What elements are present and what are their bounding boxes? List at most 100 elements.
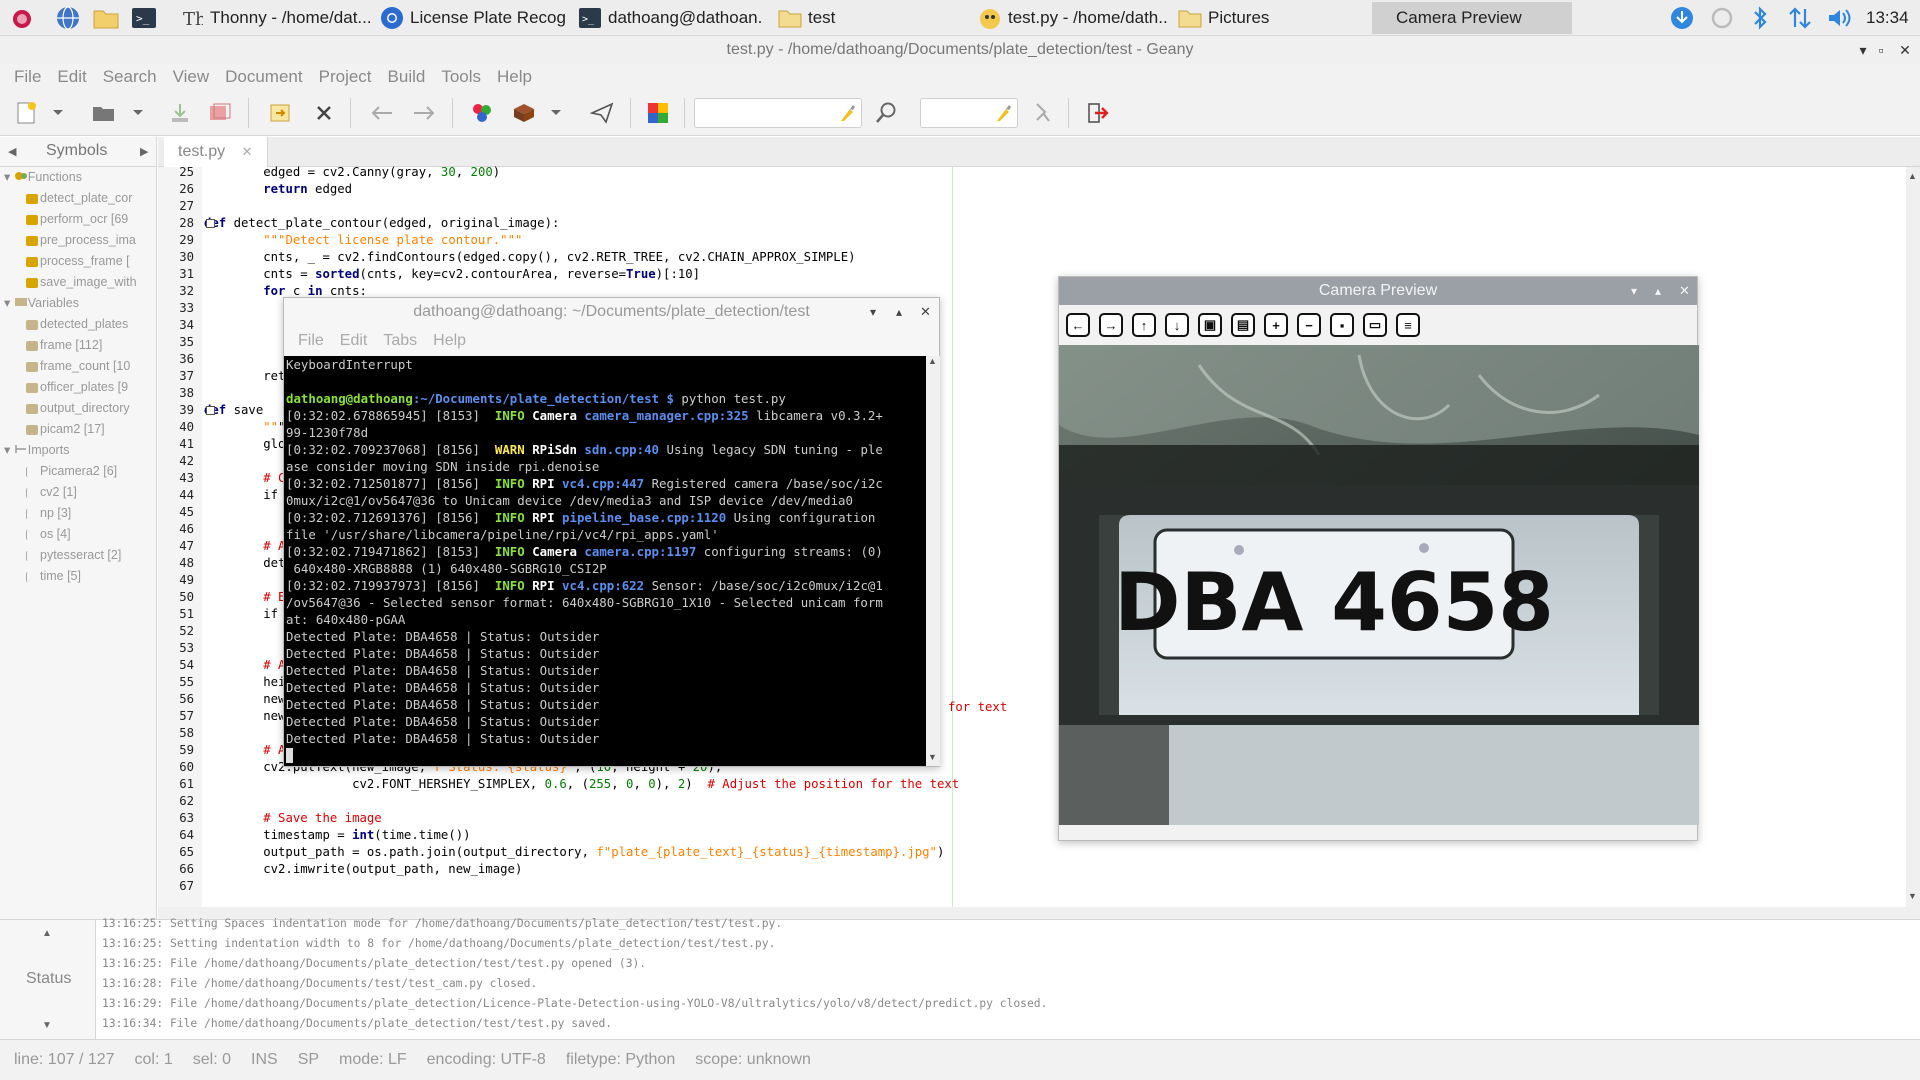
- chevron-down-icon[interactable]: [50, 99, 66, 127]
- folder-icon[interactable]: [92, 4, 120, 32]
- menu-tools[interactable]: Tools: [441, 64, 481, 90]
- build-icon[interactable]: [510, 99, 538, 127]
- image-icon[interactable]: ▤: [1231, 313, 1255, 337]
- fold-marker-icon[interactable]: [206, 406, 215, 415]
- terminal-scrollbar[interactable]: ▲ ▼: [926, 356, 940, 766]
- menu-document[interactable]: Document: [225, 64, 302, 90]
- task-geany[interactable]: test.py - /home/dath...: [974, 2, 1168, 34]
- close-icon[interactable]: ✕: [1679, 277, 1690, 305]
- new-file-icon[interactable]: [12, 99, 40, 127]
- tree-group-variables[interactable]: ▾ Variables: [0, 293, 156, 314]
- task-chromium[interactable]: License Plate Recog...: [376, 2, 566, 34]
- chevron-down-icon[interactable]: [130, 99, 146, 127]
- fold-marker-icon[interactable]: [206, 219, 215, 228]
- camera-preview-window[interactable]: Camera Preview ▾ ▴ ✕ ← → ↑ ↓ ▣ ▤ + − ▪ ▭…: [1058, 276, 1699, 841]
- close-icon[interactable]: ✕: [1894, 36, 1916, 64]
- save-all-icon[interactable]: [206, 99, 234, 127]
- tab-status[interactable]: Status: [26, 970, 71, 988]
- close-icon[interactable]: ✕: [920, 298, 931, 326]
- volume-icon[interactable]: [1826, 4, 1854, 32]
- terminal-titlebar[interactable]: dathoang@dathoang: ~/Documents/plate_det…: [284, 298, 939, 326]
- terminal-window[interactable]: dathoang@dathoang: ~/Documents/plate_det…: [283, 297, 940, 767]
- menu-file[interactable]: File: [14, 64, 41, 90]
- terminal-output[interactable]: KeyboardInterrupt dathoang@dathoang:~/Do…: [284, 356, 926, 766]
- tree-group-imports[interactable]: ▾ Imports: [0, 440, 156, 461]
- zoom-out-icon[interactable]: −: [1297, 313, 1321, 337]
- raspberry-menu-icon[interactable]: [8, 4, 36, 32]
- bluetooth-icon[interactable]: [1746, 4, 1774, 32]
- terminal-menu-edit[interactable]: Edit: [340, 326, 368, 356]
- tree-item[interactable]: save_image_with: [0, 272, 156, 293]
- color-chooser-icon[interactable]: [644, 99, 672, 127]
- goto-line-icon[interactable]: [1028, 99, 1056, 127]
- tree-item[interactable]: detect_plate_cor: [0, 188, 156, 209]
- compile-icon[interactable]: [468, 99, 496, 127]
- arrow-up-icon[interactable]: ↑: [1132, 313, 1156, 337]
- menu-help[interactable]: Help: [497, 64, 532, 90]
- tree-item[interactable]: process_frame [: [0, 251, 156, 272]
- download-icon[interactable]: [1668, 4, 1696, 32]
- chevron-down-icon[interactable]: [548, 99, 564, 127]
- tree-item[interactable]: np [3]: [0, 503, 156, 524]
- minimize-icon[interactable]: ▾: [870, 298, 876, 326]
- menu-project[interactable]: Project: [319, 64, 372, 90]
- chevron-left-icon[interactable]: ◀: [8, 145, 16, 158]
- tree-item[interactable]: pre_process_ima: [0, 230, 156, 251]
- search-input[interactable]: [694, 98, 862, 128]
- camera-titlebar[interactable]: Camera Preview ▾ ▴ ✕: [1059, 277, 1697, 305]
- maximize-icon[interactable]: ▴: [896, 298, 902, 326]
- sync-icon[interactable]: [1708, 4, 1736, 32]
- network-icon[interactable]: [1786, 4, 1814, 32]
- scroll-up-icon[interactable]: ▲: [1908, 171, 1917, 181]
- menu-edit[interactable]: Edit: [57, 64, 86, 90]
- terminal-menu-file[interactable]: File: [298, 326, 324, 356]
- tree-item[interactable]: officer_plates [9: [0, 377, 156, 398]
- tree-item[interactable]: time [5]: [0, 566, 156, 587]
- tree-item[interactable]: picam2 [17]: [0, 419, 156, 440]
- reload-icon[interactable]: [266, 99, 294, 127]
- tree-item[interactable]: perform_ocr [69: [0, 209, 156, 230]
- maximize-icon[interactable]: ▫: [1870, 36, 1892, 64]
- tree-item[interactable]: detected_plates: [0, 314, 156, 335]
- menu-search[interactable]: Search: [103, 64, 157, 90]
- navigate-forward-icon[interactable]: [410, 99, 438, 127]
- tab-symbols[interactable]: Symbols: [46, 142, 107, 160]
- open-file-icon[interactable]: [90, 99, 118, 127]
- minimize-icon[interactable]: ▾: [1631, 277, 1637, 305]
- tree-item[interactable]: Picamera2 [6]: [0, 461, 156, 482]
- chevron-right-icon[interactable]: ▶: [140, 145, 148, 158]
- task-camera-preview[interactable]: Camera Preview: [1372, 2, 1572, 34]
- chevron-up-icon[interactable]: ▲: [42, 928, 52, 939]
- close-tab-icon[interactable]: ✕: [242, 144, 253, 159]
- arrow-left-icon[interactable]: ←: [1066, 313, 1090, 337]
- clipboard-icon[interactable]: ▭: [1363, 313, 1387, 337]
- clear-icon[interactable]: [837, 103, 855, 126]
- task-file-manager[interactable]: test: [774, 2, 964, 34]
- tree-item[interactable]: output_directory: [0, 398, 156, 419]
- search-icon[interactable]: [872, 99, 900, 127]
- tree-item[interactable]: pytesseract [2]: [0, 545, 156, 566]
- execute-icon[interactable]: [588, 99, 616, 127]
- arrow-right-icon[interactable]: →: [1099, 313, 1123, 337]
- save-icon[interactable]: ▪: [1330, 313, 1354, 337]
- task-terminal[interactable]: >_ dathoang@dathoan...: [574, 2, 764, 34]
- task-thonny[interactable]: Th Thonny - /home/dat...: [176, 2, 370, 34]
- clock[interactable]: 13:34: [1866, 8, 1909, 28]
- arrow-down-icon[interactable]: ↓: [1165, 313, 1189, 337]
- task-pictures[interactable]: Pictures: [1174, 2, 1364, 34]
- tree-group-functions[interactable]: ▾ Functions: [0, 167, 156, 188]
- tree-item[interactable]: cv2 [1]: [0, 482, 156, 503]
- quit-icon[interactable]: [1084, 99, 1112, 127]
- save-icon[interactable]: [166, 99, 194, 127]
- scroll-down-icon[interactable]: ▼: [928, 752, 937, 762]
- terminal-menu-tabs[interactable]: Tabs: [383, 326, 417, 356]
- tree-item[interactable]: frame [112]: [0, 335, 156, 356]
- scroll-down-icon[interactable]: ▼: [1908, 891, 1917, 901]
- globe-icon[interactable]: [54, 4, 82, 32]
- navigate-back-icon[interactable]: [368, 99, 396, 127]
- close-file-icon[interactable]: [310, 99, 338, 127]
- tab-test-py[interactable]: test.py ✕: [164, 137, 268, 167]
- terminal-menu-help[interactable]: Help: [433, 326, 466, 356]
- menu-view[interactable]: View: [173, 64, 210, 90]
- fit-icon[interactable]: ▣: [1198, 313, 1222, 337]
